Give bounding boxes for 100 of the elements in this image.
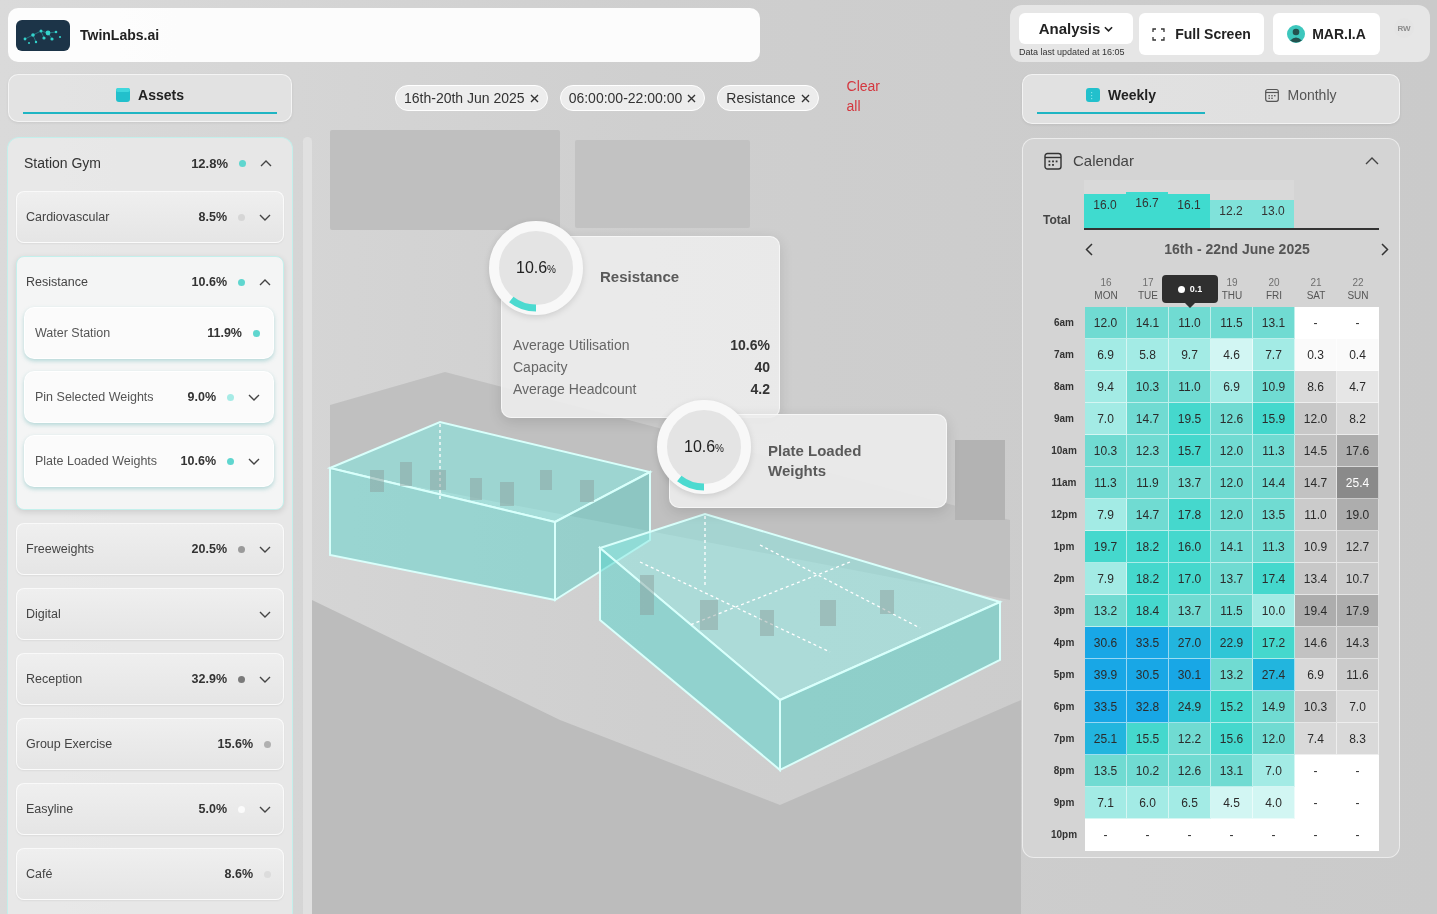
heatmap-cell: 10.7 [1337, 563, 1379, 595]
chevron-down-icon[interactable] [259, 805, 271, 813]
day-number: 16 [1100, 277, 1112, 289]
heatmap-cell: 11.3 [1253, 531, 1295, 563]
time-label: 12pm [1049, 508, 1079, 522]
row-label: Total [1043, 213, 1072, 229]
utilisation-value: 8.6% [224, 867, 253, 881]
close-icon[interactable] [529, 93, 539, 103]
heatmap-cell: 14.3 [1337, 627, 1379, 659]
time-label: 4pm [1052, 636, 1076, 650]
tab[interactable]: Weekly [1037, 78, 1205, 114]
asset-item[interactable]: Cardiovascular 8.5% [16, 191, 284, 243]
asset-item[interactable]: Digital [16, 588, 284, 640]
chevron-up-icon[interactable] [1365, 156, 1379, 165]
heatmap-cell: 14.6 [1295, 627, 1337, 659]
heatmap-cell: 13.7 [1211, 563, 1253, 595]
heatmap-cell: 6.9 [1295, 659, 1337, 691]
heatmap-cell: 12.2 [1169, 723, 1211, 755]
close-icon[interactable] [800, 93, 810, 103]
asset-name: Easyline [26, 802, 75, 816]
asset-item[interactable]: Group Exercise 15.6% [16, 718, 284, 770]
tab[interactable]: Monthly [1217, 78, 1385, 114]
heatmap-cell: 17.9 [1337, 595, 1379, 627]
chevron-down-icon[interactable] [259, 545, 271, 553]
stat-value: 4.2 [750, 381, 770, 397]
day-name: TUE [1138, 289, 1158, 302]
heatmap-cell: 19.0 [1337, 499, 1379, 531]
assistant-button[interactable]: MAR.I.A [1273, 13, 1380, 55]
time-label: 7pm [1052, 732, 1076, 746]
heatmap-cell: 27.4 [1253, 659, 1295, 691]
stat-label: Average Headcount [513, 381, 637, 397]
day-name: MON [1094, 289, 1118, 302]
asset-name: Reception [26, 672, 84, 686]
heatmap-cell: 15.6 [1211, 723, 1253, 755]
heatmap-cell: 14.9 [1253, 691, 1295, 723]
bar-value: 16.7 [1135, 196, 1159, 211]
calendar-icon [1265, 88, 1280, 102]
asset-item[interactable]: Resistance 10.6% Water Station 11.9% Pin Selected Weights 9.0% Plate Loaded Weights 10.6% [16, 256, 284, 510]
asset-item[interactable]: Plate Loaded Weights 10.6% [24, 435, 274, 487]
heatmap-cell: 19.5 [1169, 403, 1211, 435]
bar-value: 16.0 [1093, 197, 1117, 212]
heatmap-cell: 14.7 [1127, 403, 1169, 435]
analysis-dropdown[interactable]: Analysis [1019, 13, 1133, 44]
heatmap-cell: - [1337, 787, 1379, 819]
filter-chip[interactable]: 16th-20th Jun 2025 [395, 85, 548, 111]
close-icon[interactable] [687, 93, 697, 103]
chevron-down-icon[interactable] [259, 213, 271, 221]
full-screen-button[interactable]: Full Screen [1139, 13, 1264, 55]
tile-icon [1086, 88, 1100, 102]
asset-item[interactable]: Water Station 11.9% [24, 307, 274, 359]
chevron-up-icon[interactable] [259, 278, 271, 286]
asset-name: Pin Selected Weights [35, 390, 155, 404]
stat-label: Capacity [513, 359, 568, 375]
asset-item[interactable]: Freeweights 20.5% [16, 523, 284, 575]
utilisation-value: 9.0% [187, 390, 216, 404]
heatmap-cell: - [1295, 819, 1337, 851]
ring-value: 10.6% [684, 438, 724, 456]
time-label: 7am [1053, 348, 1075, 362]
heatmap-cell: 10.3 [1085, 435, 1127, 467]
heatmap-cell: 4.7 [1337, 371, 1379, 403]
heatmap-cell: 6.9 [1211, 371, 1253, 403]
heatmap-cell: 12.0 [1295, 403, 1337, 435]
bar-value: 12.2 [1219, 204, 1243, 219]
utilisation-value: 5.0% [198, 802, 227, 816]
asset-item[interactable]: Pin Selected Weights 9.0% [24, 371, 274, 423]
asset-item[interactable]: Easyline 5.0% [16, 783, 284, 835]
heatmap-cell: 14.4 [1253, 467, 1295, 499]
heatmap-cell: 32.8 [1127, 691, 1169, 723]
asset-name: Group Exercise [26, 737, 114, 751]
heatmap-cell: 30.1 [1169, 659, 1211, 691]
chevron-down-icon[interactable] [259, 675, 271, 683]
time-label: 5pm [1052, 668, 1076, 682]
ring-value: 10.6% [516, 259, 556, 277]
chevron-up-icon[interactable] [260, 159, 272, 167]
heatmap-cell: 30.6 [1085, 627, 1127, 659]
day-name: SAT [1306, 289, 1326, 302]
tab[interactable]: Assets [23, 78, 277, 114]
heatmap-cell: 9.4 [1085, 371, 1127, 403]
filter-chip[interactable]: 06:00:00-22:00:00 [559, 85, 706, 111]
scrollbar[interactable] [303, 137, 312, 914]
chevron-down-icon[interactable] [248, 393, 260, 401]
chevron-right-icon[interactable] [1381, 242, 1389, 256]
asset-item[interactable]: Café 8.6% [16, 848, 284, 900]
time-label: 3pm [1052, 604, 1076, 618]
asset-name: Water Station [35, 326, 112, 340]
logo-icon[interactable] [16, 19, 70, 51]
card-title: Plate Loaded Weights [768, 441, 863, 481]
heatmap-cell: - [1253, 819, 1295, 851]
chevron-down-icon[interactable] [259, 610, 271, 618]
chevron-left-icon[interactable] [1085, 242, 1093, 256]
heatmap-cell: 13.1 [1211, 755, 1253, 787]
heatmap-cell: - [1127, 819, 1169, 851]
chevron-down-icon[interactable] [248, 457, 260, 465]
heatmap-cell: 7.9 [1085, 563, 1127, 595]
heatmap-cell: 18.2 [1127, 563, 1169, 595]
asset-item[interactable]: Reception 32.9% [16, 653, 284, 705]
heatmap-cell: 11.6 [1337, 659, 1379, 691]
heatmap-cell: 8.3 [1337, 723, 1379, 755]
time-label: 10pm [1049, 828, 1079, 842]
filter-chip[interactable]: Resistance [717, 85, 819, 111]
